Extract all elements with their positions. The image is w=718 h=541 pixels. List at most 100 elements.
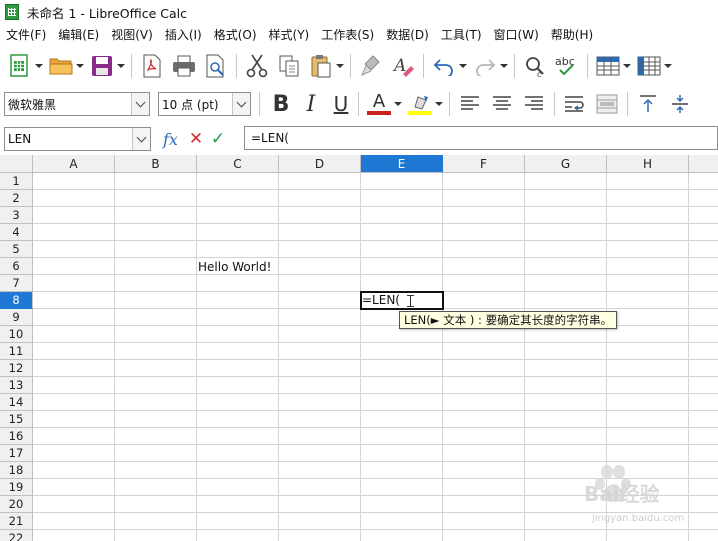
row-header-8[interactable]: 8	[0, 292, 33, 309]
row-header-11[interactable]: 11	[0, 343, 33, 360]
font-size-combo[interactable]: 10 点 (pt)	[158, 92, 251, 116]
row-icon[interactable]	[594, 52, 622, 80]
cancel-icon[interactable]: ✕	[185, 129, 207, 149]
center-vertically-icon[interactable]	[666, 90, 694, 118]
row-header-17[interactable]: 17	[0, 445, 33, 462]
clone-formatting-icon[interactable]	[357, 52, 385, 80]
row-header-13[interactable]: 13	[0, 377, 33, 394]
spelling-icon[interactable]: abc	[553, 52, 581, 80]
column-header-f[interactable]: F	[443, 155, 525, 173]
row-dropdown-icon[interactable]	[622, 52, 631, 80]
accept-icon[interactable]: ✓	[207, 129, 229, 149]
align-center-icon[interactable]	[488, 90, 516, 118]
name-box-dropdown-icon[interactable]	[132, 128, 150, 150]
menu-insert[interactable]: 插入(I)	[159, 26, 208, 43]
print-preview-icon[interactable]	[202, 52, 230, 80]
paste-dropdown-icon[interactable]	[335, 52, 344, 80]
undo-icon[interactable]	[430, 52, 458, 80]
toolbar-separator	[423, 54, 424, 78]
cell-e8[interactable]: =LEN(	[362, 292, 400, 309]
row-header-19[interactable]: 19	[0, 479, 33, 496]
toolbar-separator	[358, 92, 359, 116]
menu-styles[interactable]: 样式(Y)	[263, 26, 316, 43]
clear-formatting-icon[interactable]: A	[389, 52, 417, 80]
row-header-16[interactable]: 16	[0, 428, 33, 445]
grid-line	[33, 359, 718, 360]
row-header-1[interactable]: 1	[0, 173, 33, 190]
column-header-e[interactable]: E	[361, 155, 443, 173]
font-size-value[interactable]: 10 点 (pt)	[159, 96, 232, 113]
column-icon[interactable]	[635, 52, 663, 80]
save-dropdown-icon[interactable]	[116, 52, 125, 80]
menu-view[interactable]: 视图(V)	[105, 26, 159, 43]
find-replace-icon[interactable]: c	[521, 52, 549, 80]
new-dropdown-icon[interactable]	[34, 52, 43, 80]
redo-icon[interactable]	[471, 52, 499, 80]
row-header-15[interactable]: 15	[0, 411, 33, 428]
paste-icon[interactable]	[307, 52, 335, 80]
open-dropdown-icon[interactable]	[75, 52, 84, 80]
italic-button[interactable]: I	[296, 90, 326, 118]
column-header-b[interactable]: B	[115, 155, 197, 173]
row-header-20[interactable]: 20	[0, 496, 33, 513]
redo-dropdown-icon[interactable]	[499, 52, 508, 80]
align-top-icon[interactable]	[634, 90, 662, 118]
print-icon[interactable]	[170, 52, 198, 80]
function-wizard-icon[interactable]: fx	[163, 130, 185, 149]
menu-edit[interactable]: 编辑(E)	[52, 26, 105, 43]
row-header-14[interactable]: 14	[0, 394, 33, 411]
font-color-icon[interactable]: A	[365, 90, 393, 118]
copy-icon[interactable]	[275, 52, 303, 80]
underline-button[interactable]: U	[326, 90, 356, 118]
column-header-h[interactable]: H	[607, 155, 689, 173]
menu-sheet[interactable]: 工作表(S)	[315, 26, 380, 43]
merge-cells-icon[interactable]	[593, 90, 621, 118]
font-name-value[interactable]: 微软雅黑	[5, 96, 131, 113]
save-icon[interactable]	[88, 52, 116, 80]
menu-format[interactable]: 格式(O)	[208, 26, 263, 43]
menu-file[interactable]: 文件(F)	[0, 26, 52, 43]
row-header-6[interactable]: 6	[0, 258, 33, 275]
font-name-combo[interactable]: 微软雅黑	[4, 92, 150, 116]
undo-dropdown-icon[interactable]	[458, 52, 467, 80]
highlight-color-icon[interactable]	[406, 90, 434, 118]
row-header-5[interactable]: 5	[0, 241, 33, 258]
row-header-21[interactable]: 21	[0, 513, 33, 530]
menu-help[interactable]: 帮助(H)	[545, 26, 599, 43]
wrap-text-icon[interactable]	[561, 90, 589, 118]
row-header-12[interactable]: 12	[0, 360, 33, 377]
row-header-22[interactable]: 22	[0, 530, 33, 541]
align-right-icon[interactable]	[520, 90, 548, 118]
name-box[interactable]: LEN	[4, 127, 151, 151]
open-folder-icon[interactable]	[47, 52, 75, 80]
row-header-4[interactable]: 4	[0, 224, 33, 241]
column-header-d[interactable]: D	[279, 155, 361, 173]
column-header-a[interactable]: A	[33, 155, 115, 173]
menu-data[interactable]: 数据(D)	[380, 26, 435, 43]
row-header-10[interactable]: 10	[0, 326, 33, 343]
row-header-18[interactable]: 18	[0, 462, 33, 479]
column-header-c[interactable]: C	[197, 155, 279, 173]
highlight-dropdown-icon[interactable]	[434, 90, 443, 118]
row-header-2[interactable]: 2	[0, 190, 33, 207]
menu-window[interactable]: 窗口(W)	[488, 26, 545, 43]
font-color-dropdown-icon[interactable]	[393, 90, 402, 118]
font-size-dropdown-icon[interactable]	[232, 93, 250, 115]
formula-input[interactable]: =LEN(	[244, 126, 718, 150]
font-name-dropdown-icon[interactable]	[131, 93, 149, 115]
menu-tools[interactable]: 工具(T)	[435, 26, 488, 43]
cell-c6[interactable]: Hello World!	[198, 259, 271, 276]
select-all-corner[interactable]	[0, 155, 33, 173]
column-header-partial[interactable]	[689, 155, 718, 173]
export-pdf-icon[interactable]	[138, 52, 166, 80]
row-header-9[interactable]: 9	[0, 309, 33, 326]
cut-icon[interactable]	[243, 52, 271, 80]
name-box-value[interactable]: LEN	[5, 132, 132, 146]
align-left-icon[interactable]	[456, 90, 484, 118]
new-document-icon[interactable]	[6, 52, 34, 80]
row-header-3[interactable]: 3	[0, 207, 33, 224]
column-dropdown-icon[interactable]	[663, 52, 672, 80]
column-header-g[interactable]: G	[525, 155, 607, 173]
row-header-7[interactable]: 7	[0, 275, 33, 292]
bold-button[interactable]: B	[266, 90, 296, 118]
